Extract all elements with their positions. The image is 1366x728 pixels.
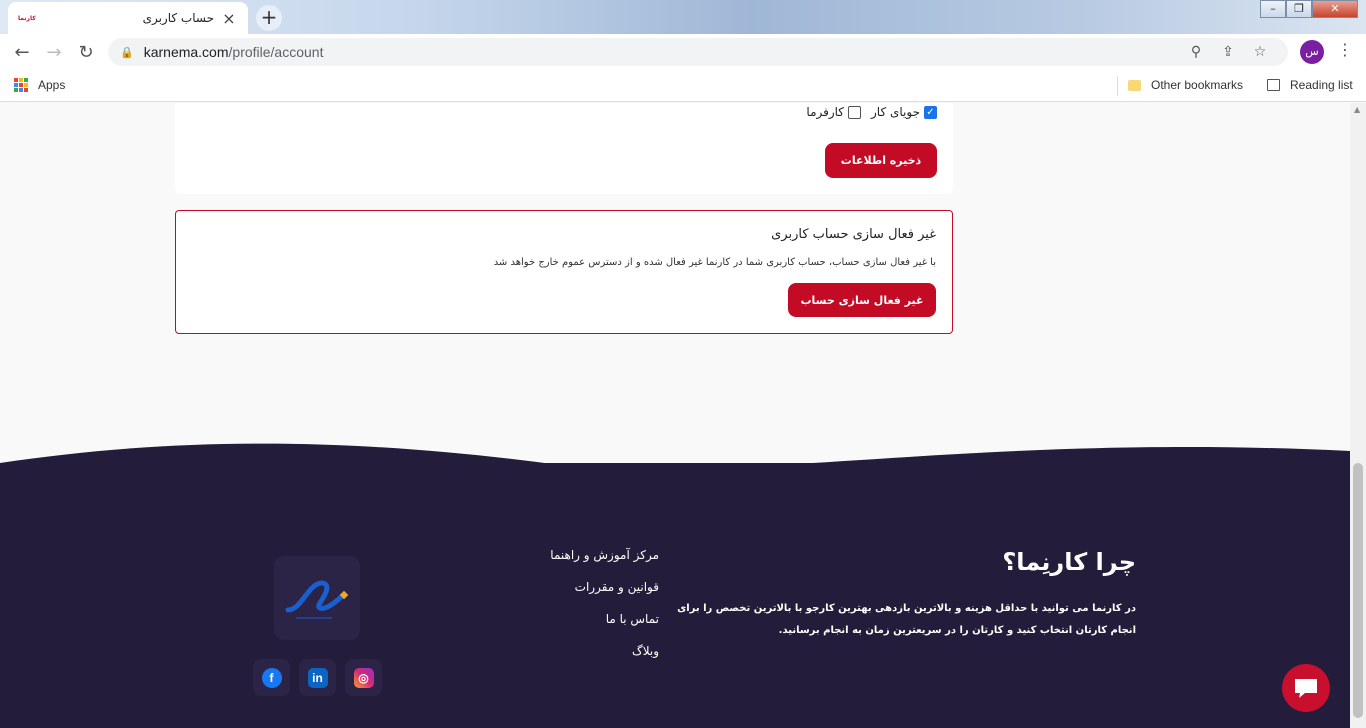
- close-window-icon[interactable]: ✕: [1312, 0, 1358, 18]
- reading-list-label: Reading list: [1290, 78, 1353, 92]
- apps-label: Apps: [38, 78, 66, 92]
- bookmark-reading-list[interactable]: Reading list: [1267, 78, 1353, 92]
- chat-icon: [1295, 679, 1317, 698]
- maximize-icon[interactable]: ❐: [1286, 0, 1312, 18]
- account-type-card: ✓ جویای کار کارفرما ذخیره اطلاعات: [175, 103, 953, 194]
- browser-titlebar: کارنما حساب کاربری × + – ❐ ✕: [0, 0, 1366, 34]
- forward-icon[interactable]: →: [38, 42, 70, 63]
- why-title: چرا کارنِما؟: [1002, 548, 1136, 576]
- site-logo[interactable]: [274, 556, 360, 640]
- employer-option[interactable]: کارفرما: [806, 105, 862, 119]
- linkedin-icon: in: [307, 667, 328, 688]
- more-menu-icon[interactable]: ⋮: [1336, 40, 1354, 59]
- linkedin-button[interactable]: in: [299, 659, 336, 696]
- logo-icon: [285, 580, 349, 619]
- employer-checkbox[interactable]: [848, 105, 862, 119]
- footer-link-help[interactable]: مرکز آموزش و راهنما: [550, 548, 659, 562]
- tab-title: حساب کاربری: [142, 11, 214, 25]
- bookmark-apps[interactable]: Apps: [14, 78, 65, 92]
- profile-avatar[interactable]: س: [1300, 40, 1324, 64]
- bookmarks-divider: [1117, 76, 1118, 96]
- other-bookmarks-label: Other bookmarks: [1151, 78, 1244, 92]
- save-button[interactable]: ذخیره اطلاعات: [825, 143, 937, 178]
- minimize-icon[interactable]: –: [1260, 0, 1286, 18]
- deactivate-description: با غیر فعال سازی حساب، حساب کاربری شما د…: [493, 257, 936, 268]
- social-links: f in ◎: [253, 659, 382, 696]
- instagram-button[interactable]: ◎: [345, 659, 382, 696]
- browser-tab[interactable]: کارنما حساب کاربری ×: [8, 2, 248, 34]
- job-seeker-checkbox[interactable]: ✓: [924, 105, 937, 119]
- facebook-button[interactable]: f: [253, 659, 290, 696]
- browser-toolbar: ← → ↻ 🔒 karnema.com/profile/account ⚲ ⇪ …: [0, 34, 1366, 70]
- bookmark-other[interactable]: Other bookmarks: [1128, 78, 1243, 92]
- facebook-icon: f: [261, 667, 282, 688]
- footer-link-contact[interactable]: تماس با ما: [550, 612, 659, 626]
- footer: چرا کارنِما؟ در کارنما می توانید با حداق…: [0, 463, 1350, 728]
- footer-links: مرکز آموزش و راهنما قوانین و مقررات تماس…: [550, 548, 659, 676]
- folder-icon: [1128, 79, 1141, 91]
- footer-link-rules[interactable]: قوانین و مقررات: [550, 580, 659, 594]
- footer-link-blog[interactable]: وبلاگ: [550, 644, 659, 658]
- window-controls: – ❐ ✕: [1260, 0, 1358, 18]
- reload-icon[interactable]: ↻: [70, 42, 102, 63]
- page-scrollbar[interactable]: ▲: [1350, 103, 1366, 728]
- share-icon[interactable]: ⇪: [1212, 44, 1244, 60]
- url-text[interactable]: karnema.com/profile/account: [144, 44, 1180, 60]
- deactivate-card: غیر فعال سازی حساب کاربری با غیر فعال سا…: [175, 210, 953, 334]
- new-tab-button[interactable]: +: [256, 5, 282, 31]
- star-icon[interactable]: ☆: [1244, 44, 1276, 60]
- scroll-up-icon[interactable]: ▲: [1354, 105, 1360, 114]
- job-seeker-option[interactable]: ✓ جویای کار: [871, 105, 937, 119]
- chat-widget-button[interactable]: [1282, 664, 1330, 712]
- reading-list-icon: [1267, 79, 1280, 91]
- tab-close-icon[interactable]: ×: [220, 9, 238, 28]
- job-seeker-label: جویای کار: [871, 105, 920, 119]
- zoom-icon[interactable]: ⚲: [1180, 44, 1212, 60]
- back-icon[interactable]: ←: [6, 42, 38, 63]
- account-type-options: ✓ جویای کار کارفرما: [806, 105, 937, 119]
- why-text: در کارنما می توانید با حداقل هزینه و بال…: [677, 603, 1136, 636]
- tab-favicon: کارنما: [18, 14, 36, 22]
- lock-icon: 🔒: [120, 45, 134, 59]
- scroll-thumb[interactable]: [1353, 463, 1363, 718]
- deactivate-button[interactable]: غیر فعال سازی حساب: [788, 283, 936, 317]
- instagram-icon: ◎: [353, 667, 374, 688]
- employer-label: کارفرما: [806, 105, 845, 119]
- bookmarks-bar: Apps Other bookmarks Reading list: [0, 70, 1366, 102]
- deactivate-title: غیر فعال سازی حساب کاربری: [771, 227, 936, 242]
- page-content: ✓ جویای کار کارفرما ذخیره اطلاعات غیر فع…: [0, 103, 1350, 728]
- apps-grid-icon: [14, 78, 28, 92]
- address-bar[interactable]: 🔒 karnema.com/profile/account ⚲ ⇪ ☆: [108, 38, 1288, 66]
